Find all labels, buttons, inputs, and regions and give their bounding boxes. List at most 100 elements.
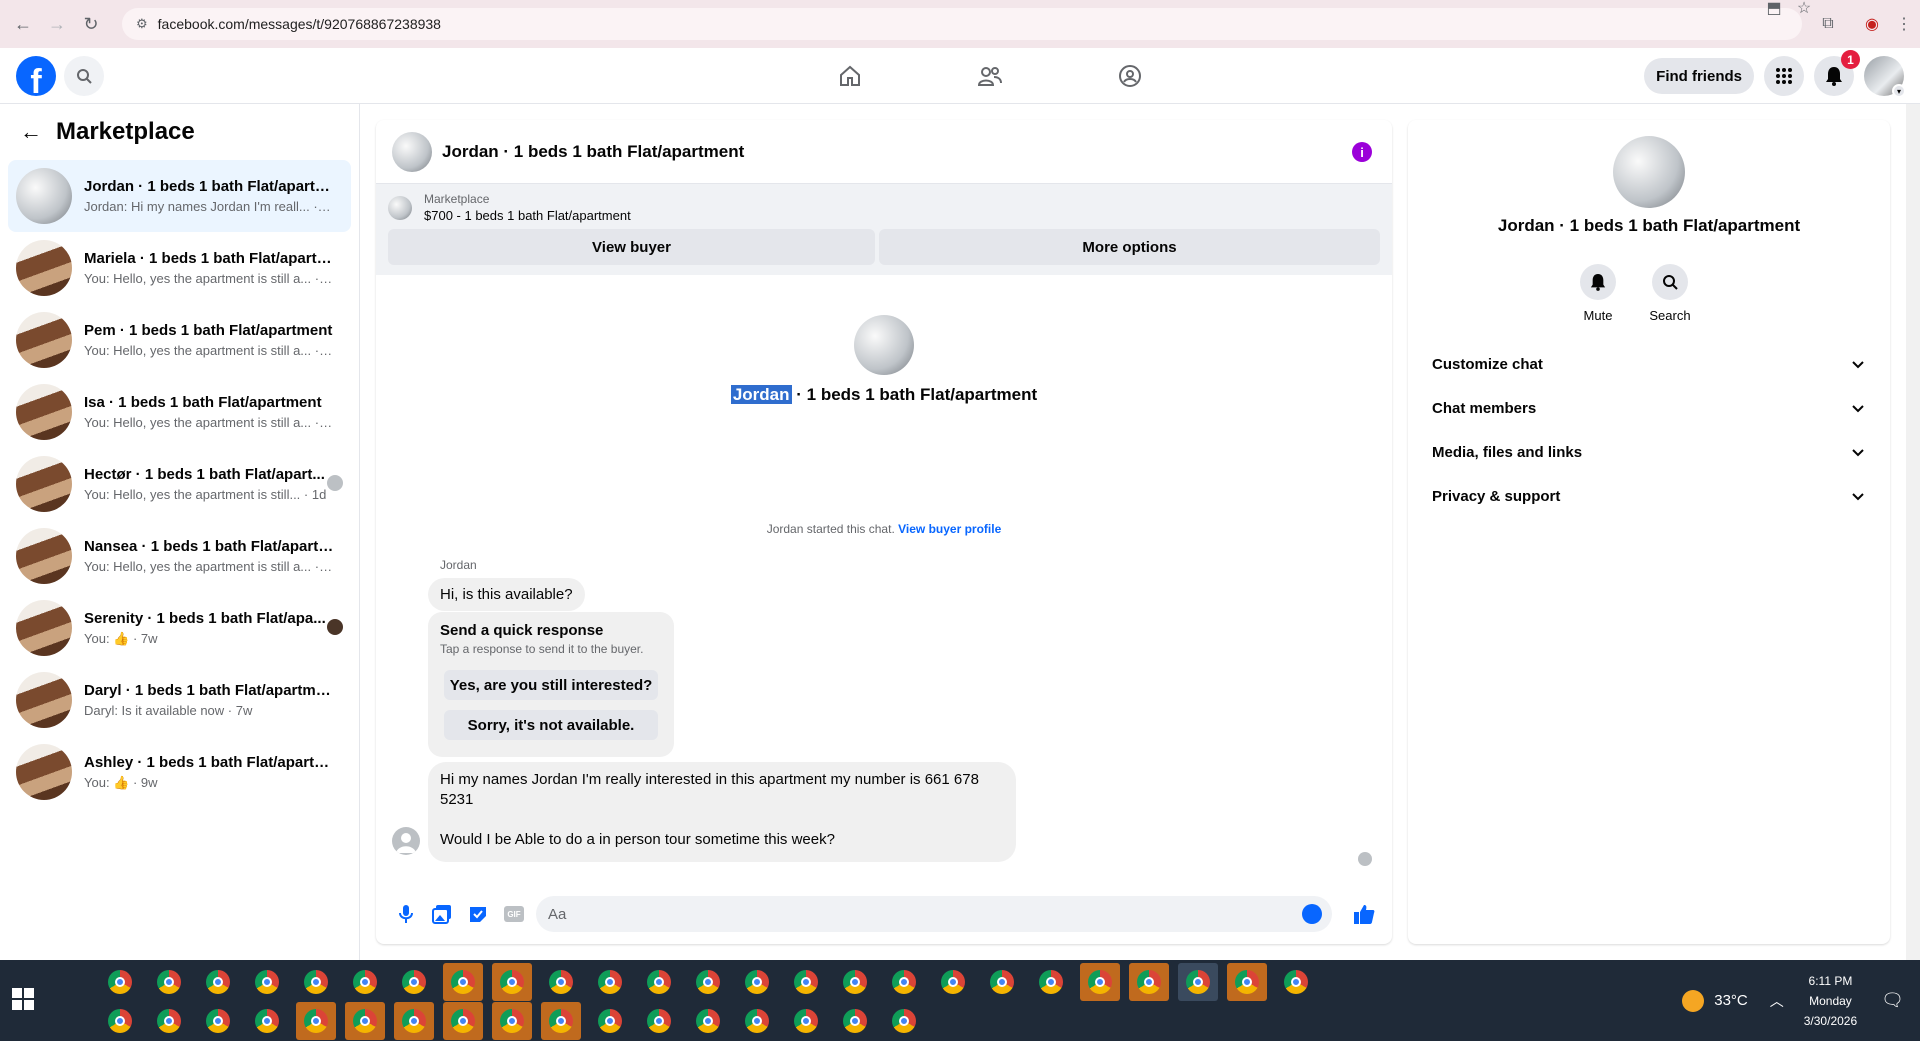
taskbar-app-icon[interactable] (786, 963, 826, 1001)
install-app-icon[interactable]: ⬒ (1758, 0, 1790, 24)
facebook-logo[interactable]: f (16, 56, 56, 96)
taskbar-app-icon[interactable] (639, 963, 679, 1001)
taskbar-app-icon[interactable] (835, 1002, 875, 1040)
mute-button[interactable]: Mute (1578, 264, 1618, 323)
taskbar-app-icon[interactable] (1227, 963, 1267, 1001)
menu-grid-button[interactable] (1764, 56, 1804, 96)
taskbar-app-icon[interactable] (443, 963, 483, 1001)
gif-icon[interactable]: GIF (496, 896, 532, 932)
back-icon[interactable]: ← (6, 7, 40, 41)
taskbar-app-icon[interactable] (688, 963, 728, 1001)
quick-reply-unavailable-button[interactable]: Sorry, it's not available. (444, 710, 658, 740)
taskbar-app-icon[interactable] (639, 1002, 679, 1040)
search-icon[interactable] (64, 56, 104, 96)
view-buyer-profile-link[interactable]: View buyer profile (898, 522, 1001, 536)
chat-title[interactable]: Jordan · 1 beds 1 bath Flat/apartment (442, 142, 744, 162)
media-files-section[interactable]: Media, files and links (1416, 430, 1882, 474)
taskbar-app-icon[interactable] (296, 1002, 336, 1040)
taskbar-app-icon[interactable] (1129, 963, 1169, 1001)
taskbar-app-icon[interactable] (590, 963, 630, 1001)
conversation-item[interactable]: Nansea · 1 beds 1 bath Flat/apartm... You… (8, 520, 351, 592)
taskbar-app-icon[interactable] (737, 963, 777, 1001)
windows-start-icon[interactable] (12, 988, 34, 1010)
search-in-chat-button[interactable]: Search (1649, 264, 1691, 323)
taskbar-app-icon[interactable] (100, 1002, 140, 1040)
microphone-icon[interactable] (388, 896, 424, 932)
notifications-button[interactable]: 1 (1814, 50, 1860, 96)
taskbar-app-icon[interactable] (688, 1002, 728, 1040)
taskbar-app-icon[interactable] (982, 963, 1022, 1001)
conversation-item[interactable]: Serenity · 1 beds 1 bath Flat/apa... You:… (8, 592, 351, 664)
taskbar-app-icon[interactable] (345, 963, 385, 1001)
taskbar-app-icon[interactable] (247, 1002, 287, 1040)
emoji-icon[interactable] (1302, 904, 1322, 924)
taskbar-app-icon[interactable] (737, 1002, 777, 1040)
conversation-item[interactable]: Isa · 1 beds 1 bath Flat/apartment You: H… (8, 376, 351, 448)
tray-chevron-icon[interactable]: ︿ (1770, 991, 1784, 1011)
view-buyer-button[interactable]: View buyer (388, 229, 876, 265)
more-options-button[interactable]: More options (879, 229, 1380, 265)
taskbar-app-icon[interactable] (492, 963, 532, 1001)
sender-avatar[interactable] (392, 827, 420, 855)
forward-icon[interactable]: → (40, 7, 74, 41)
taskbar-app-icon[interactable] (149, 963, 189, 1001)
taskbar-app-icon[interactable] (541, 963, 581, 1001)
home-tab[interactable] (780, 48, 920, 104)
taskbar-app-icon[interactable] (100, 963, 140, 1001)
extensions-icon[interactable]: ⧉ (1812, 8, 1844, 40)
find-friends-button[interactable]: Find friends (1644, 58, 1754, 94)
conversation-item[interactable]: Ashley · 1 beds 1 bath Flat/apartm... You… (8, 736, 351, 808)
groups-tab[interactable] (1060, 48, 1200, 104)
privacy-support-section[interactable]: Privacy & support (1416, 474, 1882, 518)
taskbar-app-icon[interactable] (1031, 963, 1071, 1001)
taskbar-app-icon[interactable] (884, 963, 924, 1001)
taskbar-clock[interactable]: 6:11 PM Monday 3/30/2026 (1804, 971, 1857, 1031)
info-icon[interactable]: i (1352, 142, 1372, 162)
address-bar[interactable]: ⚙ facebook.com/messages/t/92076886723893… (122, 8, 1802, 40)
chat-avatar[interactable] (392, 131, 432, 172)
taskbar-app-icon[interactable] (443, 1002, 483, 1040)
taskbar-app-icon[interactable] (933, 963, 973, 1001)
conversation-item[interactable]: Hectør · 1 beds 1 bath Flat/apart... You:… (8, 448, 351, 520)
customize-chat-section[interactable]: Customize chat (1416, 342, 1882, 386)
profile-icon[interactable]: ◉ (1856, 8, 1888, 40)
friends-tab[interactable] (920, 48, 1060, 104)
chrome-menu-icon[interactable]: ⋮ (1888, 8, 1920, 40)
taskbar-app-icon[interactable] (198, 963, 238, 1001)
taskbar-app-icon[interactable] (835, 963, 875, 1001)
taskbar-app-icon[interactable] (492, 1002, 532, 1040)
conversation-item[interactable]: Pem · 1 beds 1 bath Flat/apartment You: H… (8, 304, 351, 376)
notification-center-icon[interactable]: 🗨 (1881, 990, 1904, 1011)
taskbar-app-icon[interactable] (296, 963, 336, 1001)
conversation-item[interactable]: Mariela · 1 beds 1 bath Flat/apartm... Yo… (8, 232, 351, 304)
conversation-item[interactable]: Jordan · 1 beds 1 bath Flat/apartm... Jor… (8, 160, 351, 232)
account-avatar[interactable]: ▾ (1864, 56, 1906, 98)
taskbar-app-icon[interactable] (884, 1002, 924, 1040)
taskbar-app-icon[interactable] (786, 1002, 826, 1040)
photo-icon[interactable] (424, 896, 460, 932)
listing-price[interactable]: $700 - 1 beds 1 bath Flat/apartment (424, 208, 631, 223)
back-arrow-icon[interactable]: ← (20, 119, 42, 145)
taskbar-app-icon[interactable] (541, 1002, 581, 1040)
chat-members-section[interactable]: Chat members (1416, 386, 1882, 430)
page-scrollbar[interactable] (1906, 104, 1920, 960)
taskbar-app-icon[interactable] (149, 1002, 189, 1040)
reload-icon[interactable]: ↻ (74, 7, 108, 41)
thumbs-up-icon[interactable] (1346, 896, 1382, 932)
taskbar-app-icon[interactable] (198, 1002, 238, 1040)
taskbar-app-icon[interactable] (1178, 963, 1218, 1001)
quick-reply-interested-button[interactable]: Yes, are you still interested? (444, 670, 658, 700)
message-bubble[interactable]: Hi my names Jordan I'm really interested… (428, 762, 1016, 862)
taskbar-app-icon[interactable] (394, 1002, 434, 1040)
taskbar-app-icon[interactable] (1080, 963, 1120, 1001)
conversation-item[interactable]: Daryl · 1 beds 1 bath Flat/apartment Dary… (8, 664, 351, 736)
message-input[interactable]: Aa (536, 896, 1332, 932)
taskbar-app-icon[interactable] (394, 963, 434, 1001)
message-bubble[interactable]: Hi, is this available? (428, 578, 585, 611)
weather-widget[interactable]: 33°C (1682, 989, 1748, 1012)
taskbar-app-icon[interactable] (345, 1002, 385, 1040)
site-info-icon[interactable]: ⚙ (136, 16, 148, 32)
sticker-icon[interactable] (460, 896, 496, 932)
taskbar-app-icon[interactable] (590, 1002, 630, 1040)
taskbar-app-icon[interactable] (1276, 963, 1316, 1001)
